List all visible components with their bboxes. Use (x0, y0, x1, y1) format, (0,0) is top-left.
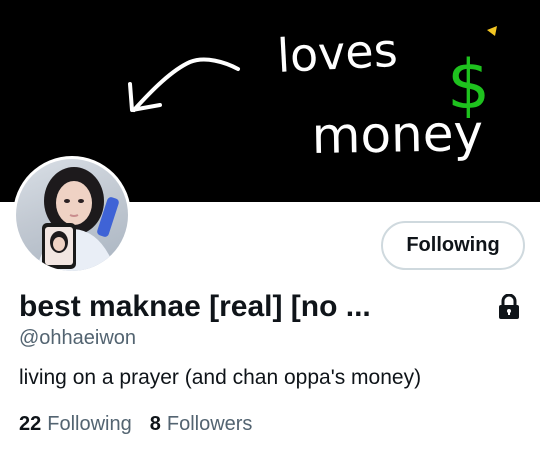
arrow-icon (128, 57, 240, 112)
yellow-mark-icon (487, 26, 497, 36)
profile-stats: 22 Following 8 Followers (19, 413, 252, 436)
avatar-illustration (36, 167, 119, 271)
avatar-photo (16, 159, 128, 271)
followers-count: 8 (149, 413, 161, 435)
profile-name-row: best maknae [real] [no ... (19, 289, 521, 325)
display-name: best maknae [real] [no ... (19, 290, 371, 323)
followers-label: Followers (166, 413, 253, 435)
followers-stat-link[interactable]: 8 Followers (150, 413, 253, 436)
banner-text-money: money (311, 104, 483, 165)
profile-handle: @ohhaeiwon (19, 327, 137, 349)
profile-bio: living on a prayer (and chan oppa's mone… (19, 366, 422, 389)
following-count: 22 (19, 413, 42, 435)
following-label: Following (47, 413, 132, 435)
banner-text-loves: loves (276, 23, 399, 83)
following-button[interactable]: Following (381, 221, 525, 270)
avatar[interactable] (13, 156, 131, 274)
following-stat-link[interactable]: 22 Following (19, 413, 132, 436)
lock-icon (497, 293, 521, 320)
